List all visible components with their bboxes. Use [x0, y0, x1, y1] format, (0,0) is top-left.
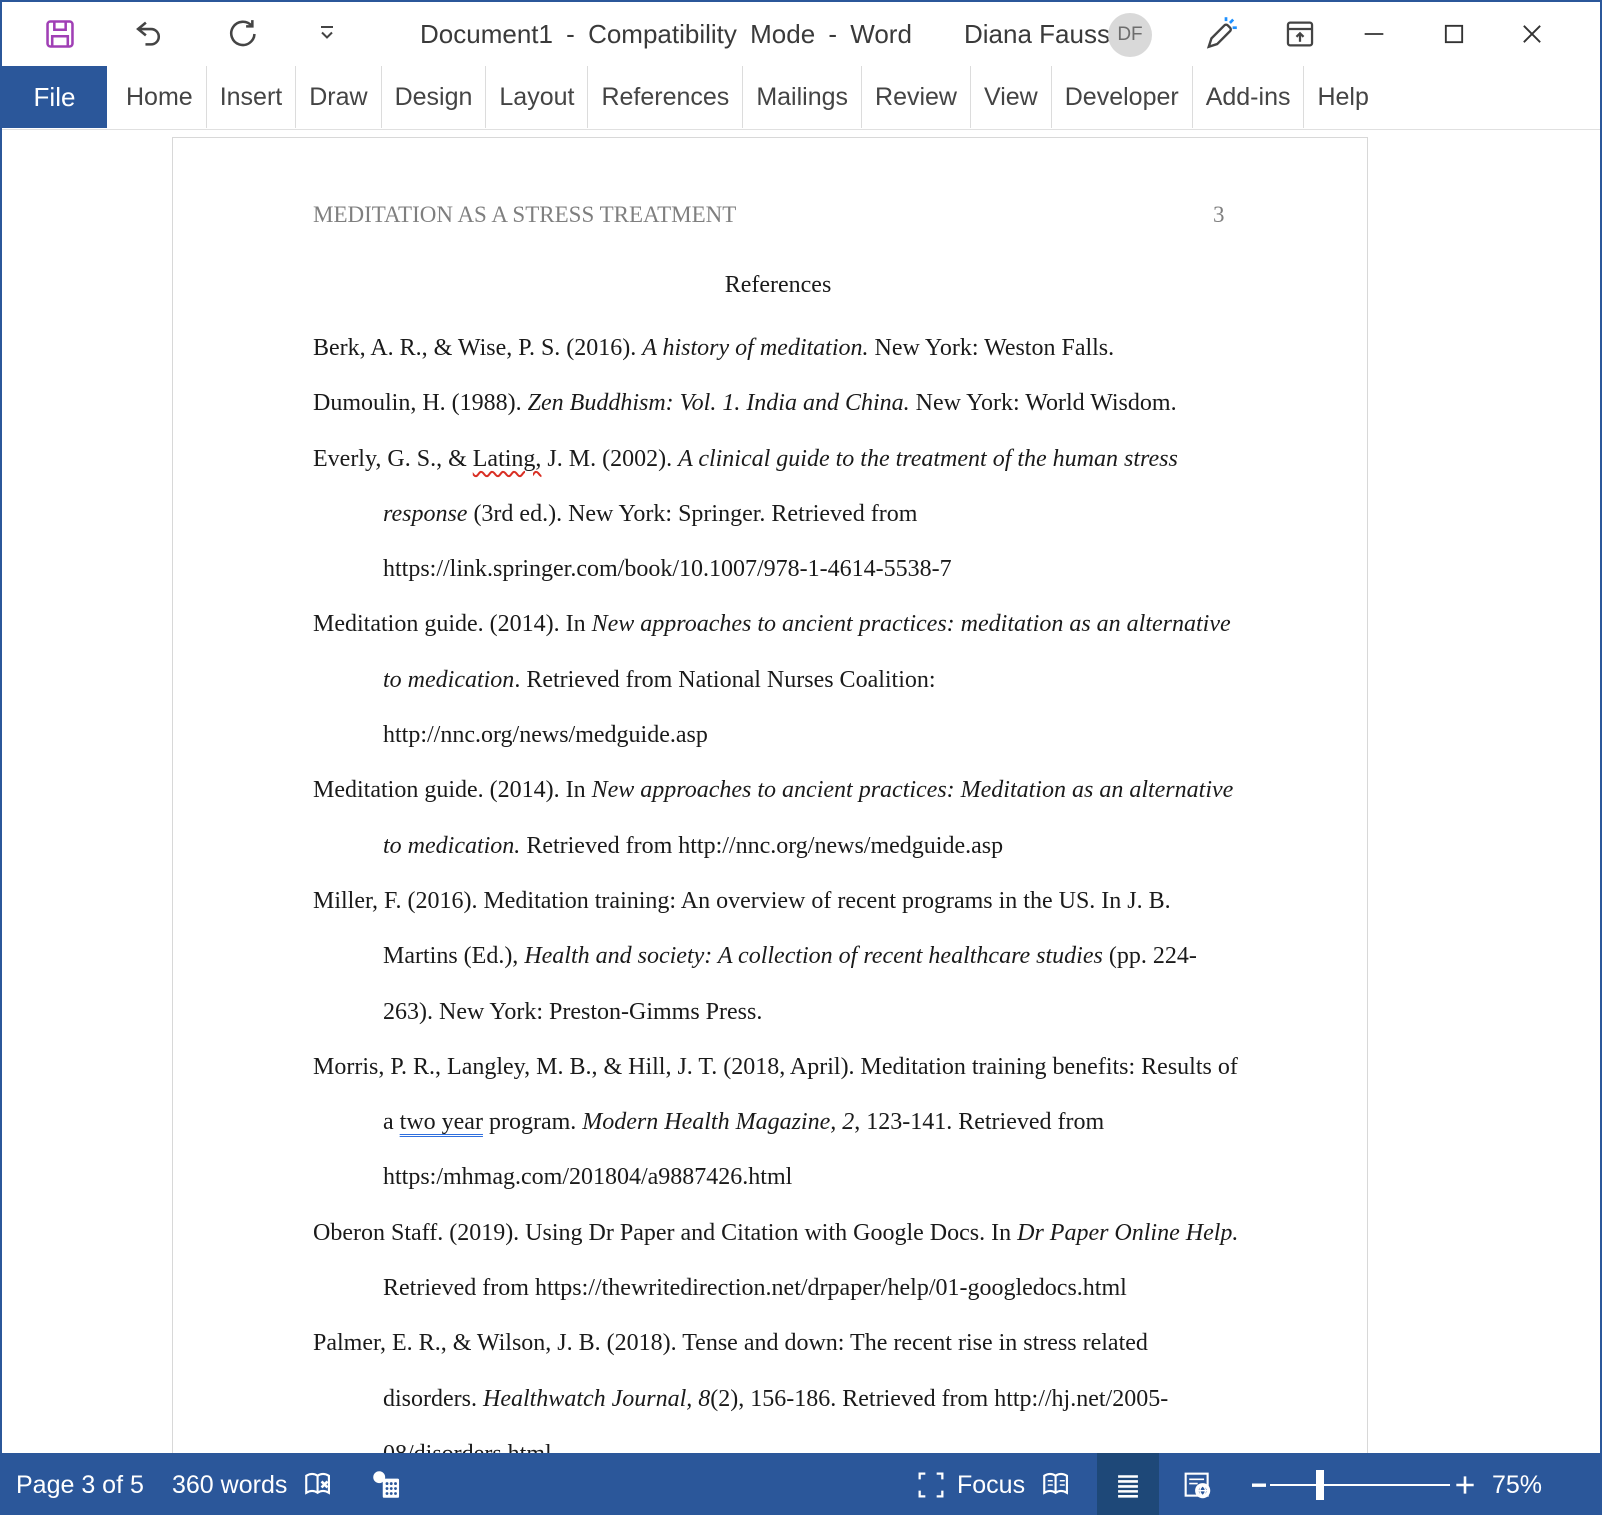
reference-line: https://link.springer.com/book/10.1007/9…: [313, 542, 1313, 597]
reference-line: Meditation guide. (2014). In New approac…: [313, 763, 1313, 818]
status-bar: Page 3 of 5 360 words: [2, 1453, 1602, 1515]
repeat-button[interactable]: [224, 16, 260, 52]
repeat-icon: [225, 17, 259, 51]
document-area: MEDITATION AS A STRESS TREATMENT 3 Refer…: [2, 130, 1600, 1453]
page-number: 3: [1213, 202, 1225, 228]
macro-record-button[interactable]: [370, 1468, 404, 1502]
running-head: MEDITATION AS A STRESS TREATMENT: [313, 202, 736, 228]
signed-in-user[interactable]: Diana Fauss: [964, 2, 1110, 66]
tab-view[interactable]: View: [970, 66, 1051, 128]
undo-button[interactable]: [130, 16, 166, 52]
tab-home[interactable]: Home: [113, 66, 206, 128]
zoom-in-button[interactable]: [1448, 1468, 1482, 1502]
zoom-level[interactable]: 75%: [1492, 1453, 1542, 1515]
tab-help[interactable]: Help: [1303, 66, 1381, 128]
reference-line: Oberon Staff. (2019). Using Dr Paper and…: [313, 1206, 1313, 1261]
web-layout-icon: [1180, 1468, 1214, 1502]
print-layout-button[interactable]: [1097, 1453, 1159, 1515]
maximize-icon: [1440, 20, 1468, 48]
tab-developer[interactable]: Developer: [1051, 66, 1192, 128]
reference-line: Miller, F. (2016). Meditation training: …: [313, 874, 1313, 929]
read-mode-icon: [1040, 1468, 1074, 1502]
feedback-pen-icon: [1202, 16, 1238, 52]
focus-frame-icon: [914, 1468, 948, 1502]
ribbon-display-options-icon: [1283, 17, 1317, 51]
references-heading: References: [313, 272, 1243, 299]
document-page[interactable]: MEDITATION AS A STRESS TREATMENT 3 Refer…: [172, 137, 1368, 1453]
customize-qat-chevron-icon: [315, 22, 339, 46]
word-count[interactable]: 360 words: [172, 1453, 287, 1515]
proofing-errors-button[interactable]: [302, 1468, 336, 1502]
tab-layout[interactable]: Layout: [485, 66, 587, 128]
feedback-button[interactable]: [1202, 16, 1238, 52]
reference-line: Dumoulin, H. (1988). Zen Buddhism: Vol. …: [313, 376, 1313, 431]
focus-toggle[interactable]: Focus: [957, 1453, 1025, 1515]
reference-line: Meditation guide. (2014). In New approac…: [313, 597, 1313, 652]
reference-line: disorders. Healthwatch Journal, 8(2), 15…: [313, 1372, 1313, 1427]
tab-review[interactable]: Review: [861, 66, 970, 128]
reference-line: http://nnc.org/news/medguide.asp: [313, 708, 1313, 763]
reference-line: to medication. Retrieved from http://nnc…: [313, 819, 1313, 874]
reference-line: https:/mhmag.com/201804/a9887426.html: [313, 1150, 1313, 1205]
close-button[interactable]: [1500, 2, 1564, 66]
zoom-out-icon: [1249, 1475, 1269, 1495]
word-window: Document1 - Compatibility Mode - Word Di…: [0, 0, 1602, 1515]
reference-line: a two year program. Modern Health Magazi…: [313, 1095, 1313, 1150]
reference-line: 08/disorders.html: [313, 1427, 1313, 1453]
reference-line: Palmer, E. R., & Wilson, J. B. (2018). T…: [313, 1316, 1313, 1371]
zoom-slider-track[interactable]: [1270, 1484, 1450, 1486]
save-icon: [43, 17, 77, 51]
window-title: Document1 - Compatibility Mode - Word: [420, 2, 912, 66]
tab-draw[interactable]: Draw: [295, 66, 380, 128]
minimize-button[interactable]: [1342, 2, 1406, 66]
reference-line: Retrieved from https://thewritedirection…: [313, 1261, 1313, 1316]
tab-mailings[interactable]: Mailings: [742, 66, 861, 128]
read-mode-button[interactable]: [1040, 1468, 1074, 1502]
avatar[interactable]: DF: [1108, 13, 1152, 57]
close-icon: [1518, 20, 1546, 48]
customize-qat-button[interactable]: [312, 16, 342, 52]
title-bar: Document1 - Compatibility Mode - Word Di…: [2, 2, 1600, 66]
reference-line: to medication. Retrieved from National N…: [313, 653, 1313, 708]
page-indicator[interactable]: Page 3 of 5: [16, 1453, 144, 1515]
web-layout-button[interactable]: [1180, 1468, 1214, 1502]
zoom-slider-handle[interactable]: [1316, 1470, 1324, 1500]
minimize-icon: [1360, 20, 1388, 48]
tab-add-ins[interactable]: Add-ins: [1192, 66, 1304, 128]
reference-line: Everly, G. S., & Lating, J. M. (2002). A…: [313, 432, 1313, 487]
references-list: Berk, A. R., & Wise, P. S. (2016). A his…: [313, 321, 1313, 1453]
tab-insert[interactable]: Insert: [206, 66, 296, 128]
macro-record-icon: [370, 1468, 404, 1502]
save-button[interactable]: [42, 16, 78, 52]
reference-line: 263). New York: Preston-Gimms Press.: [313, 985, 1313, 1040]
reference-line: Berk, A. R., & Wise, P. S. (2016). A his…: [313, 321, 1313, 376]
reference-line: Martins (Ed.), Health and society: A col…: [313, 929, 1313, 984]
zoom-in-icon: [1452, 1472, 1478, 1498]
proofing-errors-icon: [302, 1468, 336, 1502]
tab-references[interactable]: References: [587, 66, 742, 128]
undo-icon: [131, 17, 165, 51]
tab-file[interactable]: File: [2, 66, 107, 128]
reference-line: Morris, P. R., Langley, M. B., & Hill, J…: [313, 1040, 1313, 1095]
ribbon-tab-row: File Home Insert Draw Design Layout Refe…: [2, 66, 1600, 128]
tab-design[interactable]: Design: [381, 66, 486, 128]
ribbon-display-options-button[interactable]: [1282, 16, 1318, 52]
print-layout-icon: [1111, 1468, 1145, 1502]
ribbon-tabs: Home Insert Draw Design Layout Reference…: [113, 66, 1382, 128]
reference-line: response (3rd ed.). New York: Springer. …: [313, 487, 1313, 542]
maximize-button[interactable]: [1422, 2, 1486, 66]
